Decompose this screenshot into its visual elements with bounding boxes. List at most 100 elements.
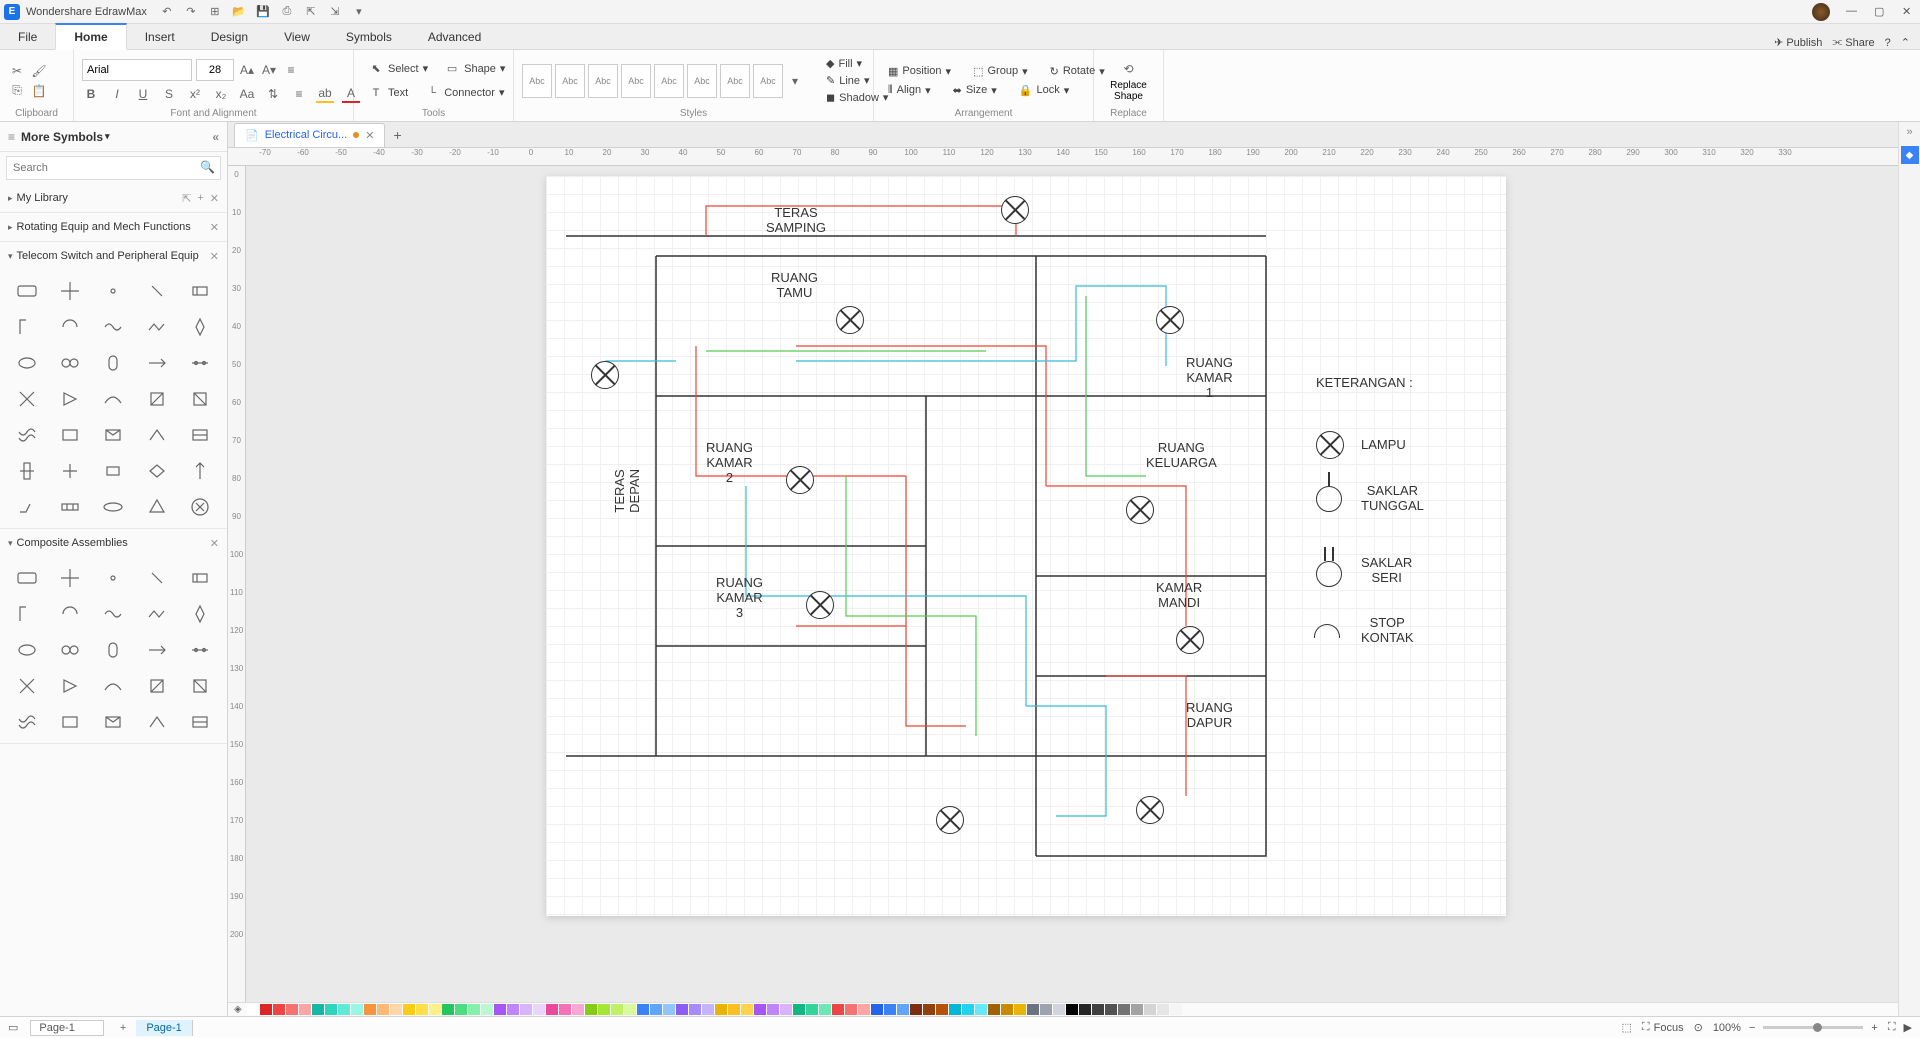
color-swatch[interactable] [598, 1004, 610, 1015]
paste-icon[interactable]: 📋 [30, 82, 48, 100]
lamp-symbol[interactable] [591, 361, 619, 389]
symbol-item[interactable] [138, 348, 175, 378]
symbol-item[interactable] [8, 707, 45, 737]
symbol-item[interactable] [8, 456, 45, 486]
symbol-item[interactable] [95, 707, 132, 737]
align-button[interactable]: ⫴ Align▾ [882, 82, 937, 99]
bullets-icon[interactable]: ≡ [290, 85, 308, 103]
color-swatch[interactable] [858, 1004, 870, 1015]
symbol-item[interactable] [138, 635, 175, 665]
color-swatch[interactable] [793, 1004, 805, 1015]
align-left-icon[interactable]: ≡ [282, 61, 300, 79]
color-swatch[interactable] [377, 1004, 389, 1015]
grip-icon[interactable]: ≡ [8, 130, 15, 144]
color-swatch[interactable] [403, 1004, 415, 1015]
color-swatch[interactable] [338, 1004, 350, 1015]
line-spacing-icon[interactable]: ⇅ [264, 85, 282, 103]
lib-close-icon[interactable]: ✕ [210, 537, 219, 550]
color-swatch[interactable] [533, 1004, 545, 1015]
symbol-item[interactable] [51, 563, 88, 593]
underline-icon[interactable]: U [134, 85, 152, 103]
symbol-item[interactable] [138, 276, 175, 306]
color-swatch[interactable] [442, 1004, 454, 1015]
styles-more-icon[interactable]: ▾ [786, 72, 804, 90]
symbol-item[interactable] [8, 599, 45, 629]
color-swatch[interactable] [468, 1004, 480, 1015]
fit-icon[interactable]: ⊙ [1694, 1021, 1703, 1034]
symbol-item[interactable] [182, 635, 219, 665]
color-swatch[interactable] [390, 1004, 402, 1015]
format-painter-icon[interactable]: 🖌 [30, 62, 48, 80]
color-swatch[interactable] [1014, 1004, 1026, 1015]
replace-shape-icon[interactable]: ⟲ [1119, 60, 1137, 78]
color-swatch[interactable] [663, 1004, 675, 1015]
minimize-icon[interactable]: — [1846, 5, 1860, 19]
symbol-item[interactable] [8, 563, 45, 593]
shape-tool[interactable]: ▭Shape▾ [438, 59, 511, 79]
symbol-item[interactable] [182, 456, 219, 486]
symbol-item[interactable] [51, 599, 88, 629]
color-swatch[interactable] [429, 1004, 441, 1015]
export-icon[interactable]: ⇱ [303, 4, 319, 20]
lib-close-icon[interactable]: ✕ [210, 250, 219, 263]
symbol-item[interactable] [8, 635, 45, 665]
color-swatch[interactable] [299, 1004, 311, 1015]
menu-home[interactable]: Home [55, 23, 126, 50]
font-size-input[interactable] [196, 59, 234, 81]
search-input[interactable] [6, 156, 221, 180]
symbol-item[interactable] [8, 276, 45, 306]
composite-header[interactable]: ▾Composite Assemblies ✕ [0, 529, 227, 557]
symbol-item[interactable] [8, 671, 45, 701]
symbol-item[interactable] [8, 312, 45, 342]
symbol-item[interactable] [182, 492, 219, 522]
symbol-item[interactable] [182, 707, 219, 737]
drawing-page[interactable]: TERAS SAMPING RUANG TAMU RUANG KAMAR 1 R… [546, 176, 1506, 916]
document-tab[interactable]: 📄 Electrical Circu... ✕ [234, 123, 385, 147]
style-preset-8[interactable]: Abc [753, 64, 783, 98]
symbol-item[interactable] [138, 456, 175, 486]
symbol-item[interactable] [182, 384, 219, 414]
menu-insert[interactable]: Insert [127, 25, 193, 49]
style-preset-1[interactable]: Abc [522, 64, 552, 98]
color-swatch[interactable] [715, 1004, 727, 1015]
symbol-item[interactable] [51, 312, 88, 342]
color-swatch[interactable] [325, 1004, 337, 1015]
page-tab[interactable]: Page-1 [136, 1020, 192, 1036]
add-tab-icon[interactable]: + [393, 127, 401, 143]
connector-tool[interactable]: └Connector▾ [418, 83, 510, 103]
symbol-item[interactable] [95, 420, 132, 450]
symbol-item[interactable] [95, 563, 132, 593]
color-swatch[interactable] [1170, 1004, 1182, 1015]
layers-icon[interactable]: ⬚ [1622, 1021, 1632, 1034]
menu-advanced[interactable]: Advanced [410, 25, 499, 49]
color-swatch[interactable] [832, 1004, 844, 1015]
symbol-item[interactable] [51, 456, 88, 486]
color-swatch[interactable] [1105, 1004, 1117, 1015]
new-icon[interactable]: ⊞ [207, 4, 223, 20]
maximize-icon[interactable]: ▢ [1874, 5, 1888, 19]
symbol-item[interactable] [95, 384, 132, 414]
symbol-item[interactable] [95, 348, 132, 378]
replace-shape-button[interactable]: Replace Shape [1110, 80, 1147, 102]
symbol-item[interactable] [182, 348, 219, 378]
symbol-item[interactable] [95, 312, 132, 342]
color-swatch[interactable] [676, 1004, 688, 1015]
symbol-item[interactable] [138, 384, 175, 414]
color-swatch[interactable] [481, 1004, 493, 1015]
copy-icon[interactable]: ⎘ [8, 82, 26, 100]
telecom-header[interactable]: ▾Telecom Switch and Peripheral Equip ✕ [0, 242, 227, 270]
color-swatch[interactable] [767, 1004, 779, 1015]
close-icon[interactable]: ✕ [1902, 5, 1916, 19]
page-layout-icon[interactable]: ▭ [8, 1021, 18, 1034]
symbol-item[interactable] [182, 671, 219, 701]
color-swatch[interactable] [507, 1004, 519, 1015]
color-swatch[interactable] [1157, 1004, 1169, 1015]
symbol-item[interactable] [8, 420, 45, 450]
color-swatch[interactable] [494, 1004, 506, 1015]
search-icon[interactable]: 🔍 [200, 160, 215, 174]
style-preset-3[interactable]: Abc [588, 64, 618, 98]
color-swatch[interactable] [871, 1004, 883, 1015]
menu-symbols[interactable]: Symbols [328, 25, 410, 49]
collapse-panel-icon[interactable]: « [212, 130, 219, 144]
properties-tab-icon[interactable]: ◆ [1901, 146, 1919, 164]
